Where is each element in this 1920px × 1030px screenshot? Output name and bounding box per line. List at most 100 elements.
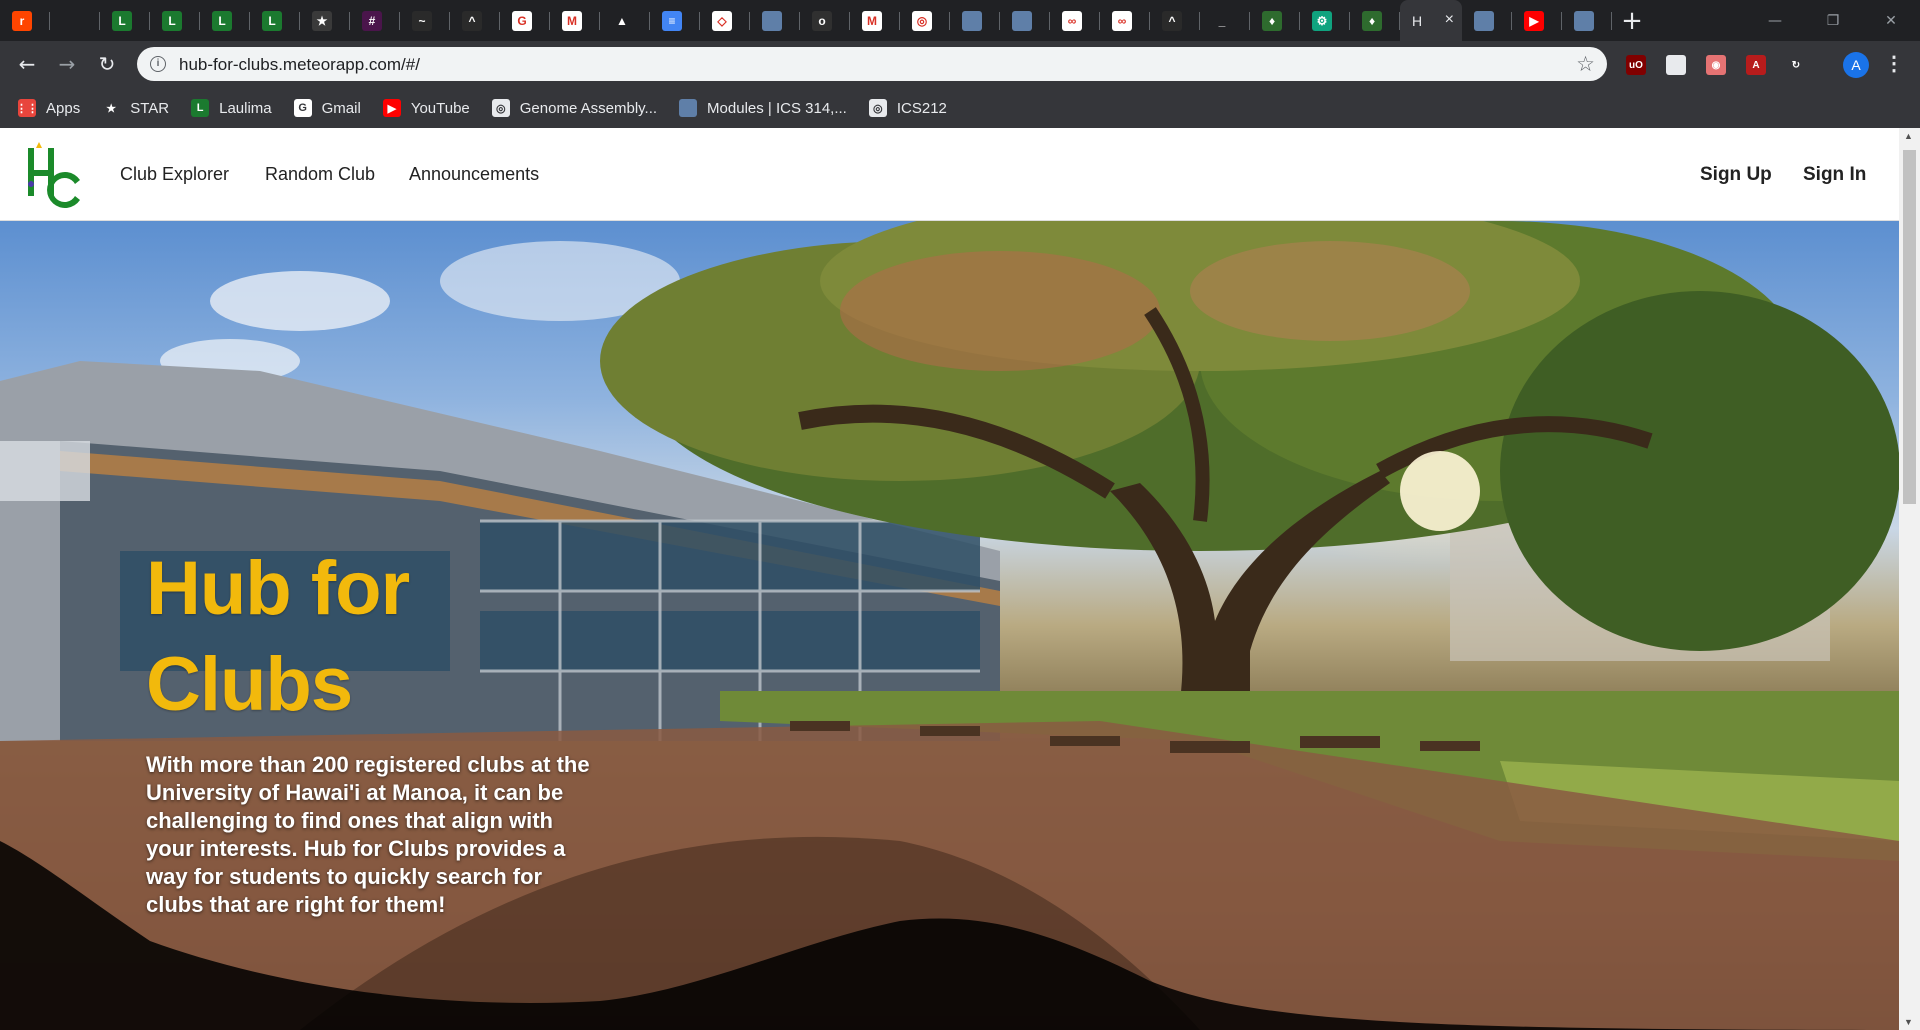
bookmark-label: Genome Assembly... [519,99,658,117]
link-icon: ∞ [1062,10,1082,31]
scroll-down-arrow-icon[interactable]: ▼ [1904,1017,1913,1027]
close-window-button[interactable]: ✕ [1866,0,1916,41]
flame-icon: ^ [462,10,482,31]
document-icon[interactable] [1666,55,1686,75]
ublock-icon[interactable]: uO [1626,55,1646,75]
laulima-icon: L [262,10,282,31]
web-page: Club Explorer Random Club Announcements … [0,128,1899,1030]
browser-tab[interactable]: _ [1200,0,1250,41]
browser-tab[interactable] [1562,0,1612,41]
bookmark-item[interactable]: ⋮⋮ Apps [16,99,80,117]
browser-tab[interactable] [50,0,100,41]
browser-tab[interactable]: ▶ [1512,0,1562,41]
browser-tab[interactable]: r [0,0,50,41]
browser-tab[interactable]: L [250,0,300,41]
browser-tab[interactable]: ^ [450,0,500,41]
browser-tab[interactable]: L [150,0,200,41]
scroll-up-arrow-icon[interactable]: ▲ [1904,131,1913,141]
youtube-icon: ▶ [1524,10,1544,31]
bookmark-label: YouTube [410,99,470,117]
pdf-icon[interactable]: A [1746,55,1766,75]
browser-tab[interactable]: ◎ [900,0,950,41]
browser-tab[interactable]: ▲ [600,0,650,41]
browser-tab[interactable]: ⚙ [1300,0,1350,41]
browser-tab[interactable]: ∞ [1100,0,1150,41]
browser-tab[interactable]: L [200,0,250,41]
profile-avatar[interactable]: A [1843,52,1869,78]
gmail-icon: M [562,10,582,31]
bookmark-item[interactable]: ◎ ICS212 [868,99,947,117]
tab-strip: r L L L L ★ # ~ ^ G M ▲ ≡ ◇ o M ◎ ∞ ∞ ^ _ ♦ ⚙ ♦ H × ▶ + [0,0,1920,41]
sign-up-link[interactable]: Sign Up [1700,164,1772,186]
laulima-icon: L [191,99,210,117]
browser-tab[interactable]: ◇ [700,0,750,41]
mendeley-icon: M [862,10,882,31]
bookmark-item[interactable]: Modules | ICS 314,... [679,99,847,117]
browser-tab[interactable]: ~ [400,0,450,41]
mask-icon[interactable]: ◉ [1706,55,1726,75]
nav-announcements[interactable]: Announcements [409,164,539,185]
sign-in-link[interactable]: Sign In [1803,164,1866,186]
refresh-extension-icon[interactable]: ↻ [1786,55,1806,75]
back-button[interactable]: ← [12,49,42,79]
page-icon [1574,10,1594,31]
page-icon [1012,10,1032,31]
bookmark-item[interactable]: ◎ Genome Assembly... [491,99,658,117]
reddit-icon: r [12,10,32,31]
browser-tab[interactable]: ♦ [1250,0,1300,41]
browser-tab[interactable]: ^ [1150,0,1200,41]
close-tab-icon[interactable]: × [1445,11,1454,29]
browser-tab[interactable] [1000,0,1050,41]
google-icon: G [512,10,532,31]
browser-tab[interactable]: ∞ [1050,0,1100,41]
globe-icon: ◎ [868,99,887,117]
browser-tab[interactable]: M [850,0,900,41]
bookmarks-bar: ⋮⋮ Apps ★ STAR L Laulima G Gmail ▶ YouTube ◎ Genome… [0,88,1920,128]
laulima-icon: L [162,10,182,31]
browser-tab[interactable] [950,0,1000,41]
browser-tab[interactable] [1462,0,1512,41]
bookmark-item[interactable]: L Laulima [191,99,272,117]
scrollbar-thumb[interactable] [1903,150,1916,504]
bookmark-item[interactable]: G Gmail [293,99,361,117]
browser-tab[interactable]: ≡ [650,0,700,41]
apps-grid-icon: ⋮⋮ [16,99,38,117]
browser-menu-icon[interactable]: ⋮ [1884,51,1904,76]
blank-tab-icon [62,10,82,31]
nav-club-explorer[interactable]: Club Explorer [120,164,229,185]
browser-tab[interactable]: L [100,0,150,41]
browser-tab[interactable]: o [800,0,850,41]
forward-button[interactable]: → [52,49,82,79]
new-tab-button[interactable]: + [1612,0,1652,41]
browser-tab[interactable]: G [500,0,550,41]
browser-tab[interactable]: M [550,0,600,41]
laulima-icon: L [212,10,232,31]
bookmark-item[interactable]: ★ STAR [102,99,169,117]
browser-tab[interactable] [750,0,800,41]
active-tab-title: H [1412,12,1423,29]
hero-heading: Hub for Clubs [146,546,410,727]
hub-for-clubs-logo[interactable] [22,140,84,208]
laulima-icon: L [112,10,132,31]
dash-icon: _ [1212,10,1232,31]
page-scrollbar[interactable]: ▲ ▼ [1899,128,1920,1030]
browser-tab[interactable]: ★ [300,0,350,41]
url-text[interactable]: hub-for-clubs.meteorapp.com/#/ [179,55,420,75]
reload-button[interactable]: ↻ [92,49,122,79]
openai-icon: ⚙ [1312,10,1332,31]
maximize-button[interactable]: ❐ [1808,0,1858,41]
browser-tab[interactable]: ♦ [1350,0,1400,41]
page-icon [762,10,782,31]
nav-random-club[interactable]: Random Club [265,164,375,185]
page-icon [679,99,698,117]
bookmark-label: STAR [130,99,170,117]
active-tab[interactable]: H × [1400,0,1462,41]
browser-toolbar: ← → ↻ i hub-for-clubs.meteorapp.com/#/ ☆… [0,41,1920,88]
minimize-button[interactable]: — [1750,0,1800,41]
browser-tab[interactable]: # [350,0,400,41]
site-info-icon[interactable]: i [150,56,166,72]
bookmark-item[interactable]: ▶ YouTube [382,99,470,117]
leaf-icon: ♦ [1262,10,1282,31]
bookmark-star-icon[interactable]: ☆ [1576,52,1595,76]
address-bar[interactable]: i hub-for-clubs.meteorapp.com/#/ ☆ [137,47,1607,81]
